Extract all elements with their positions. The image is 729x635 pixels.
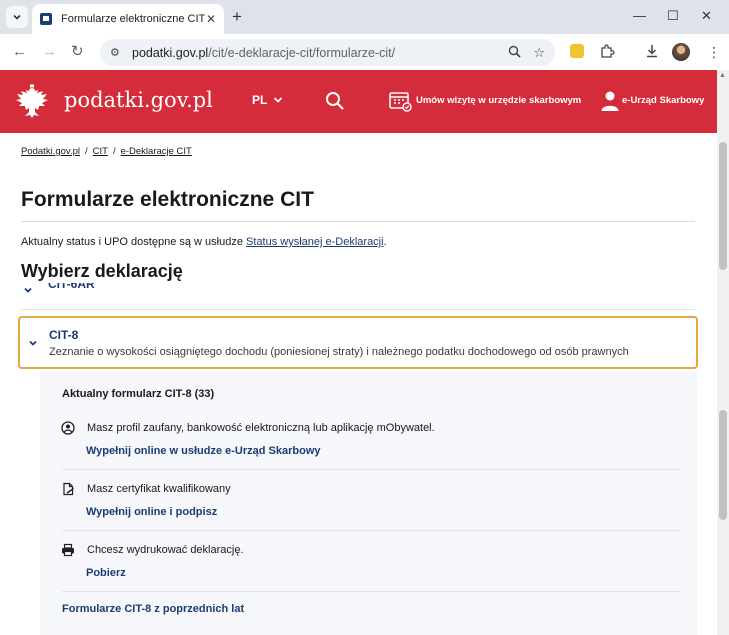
page-title: Formularze elektroniczne CIT: [21, 188, 314, 211]
scrollbar-thumb-secondary[interactable]: [719, 410, 727, 520]
profile-avatar[interactable]: [672, 43, 690, 61]
tab-search-button[interactable]: [6, 6, 28, 28]
chevron-down-icon: [13, 14, 21, 20]
breadcrumb-item-cit[interactable]: CIT: [93, 146, 108, 157]
breadcrumb-separator: /: [112, 146, 116, 157]
minimize-window-icon[interactable]: —: [633, 8, 646, 23]
accordion-item-cit-6ar[interactable]: CIT-6AR: [21, 283, 695, 309]
accordion-description: Zeznanie o wysokości osiągniętego dochod…: [49, 346, 629, 358]
url-text[interactable]: podatki.gov.pl/cit/e-deklaracje-cit/form…: [132, 46, 496, 60]
current-form-heading: Aktualny formularz CIT-8 (33): [62, 388, 215, 400]
address-bar[interactable]: ⚙ podatki.gov.pl/cit/e-deklaracje-cit/fo…: [100, 39, 555, 66]
title-divider: [21, 221, 695, 222]
new-tab-plus-icon[interactable]: +: [232, 8, 242, 25]
breadcrumb-separator: /: [84, 146, 88, 157]
accordion-divider: [21, 309, 695, 310]
forward-arrow-icon[interactable]: →: [42, 43, 57, 61]
page-scrollbar[interactable]: ▲: [717, 70, 729, 635]
fill-online-e-urzad-link[interactable]: Wypełnij online w usłudze e-Urząd Skarbo…: [86, 445, 321, 457]
option-certificate-text: Masz certyfikat kwalifikowany: [87, 483, 231, 495]
back-arrow-icon[interactable]: ←: [12, 43, 27, 61]
maximize-window-icon[interactable]: ☐: [667, 8, 679, 24]
fill-online-sign-link[interactable]: Wypełnij online i podpisz: [86, 506, 217, 518]
search-icon[interactable]: [324, 90, 346, 112]
accordion-title-cit-8[interactable]: CIT-8: [49, 328, 78, 342]
chevron-down-icon: [274, 97, 283, 103]
accordion-header-cit-8[interactable]: CIT-8 Zeznanie o wysokości osiągniętego …: [18, 316, 698, 369]
breadcrumb-item-home[interactable]: Podatki.gov.pl: [21, 146, 80, 157]
option-divider: [62, 591, 680, 592]
status-e-deklaracji-link[interactable]: Status wysłanej e-Deklaracji: [246, 236, 384, 248]
chevron-down-icon: [29, 340, 37, 346]
status-info-text: Aktualny status i UPO dostępne są w usłu…: [21, 236, 387, 248]
site-favicon-icon: [40, 13, 52, 25]
site-info-icon[interactable]: ⚙: [110, 46, 124, 59]
polish-eagle-logo-icon[interactable]: [12, 82, 52, 122]
option-divider: [62, 469, 680, 470]
download-link[interactable]: Pobierz: [86, 567, 126, 579]
document-signature-icon: [63, 482, 74, 496]
option-print-text: Chcesz wydrukować deklarację.: [87, 544, 244, 556]
close-window-icon[interactable]: ✕: [701, 8, 712, 24]
choose-declaration-heading: Wybierz deklarację: [21, 261, 183, 281]
calendar-appointment-icon[interactable]: [388, 89, 412, 113]
site-header: podatki.gov.pl PL Umów wizytę w urzędzie…: [0, 70, 717, 133]
tab-title: Formularze elektroniczne CIT: [61, 13, 206, 25]
breadcrumb-item-e-deklaracje[interactable]: e-Deklaracje CIT: [121, 146, 192, 157]
browser-tab-active[interactable]: Formularze elektroniczne CIT ✕: [32, 4, 224, 34]
page-content: Podatki.gov.pl / CIT / e-Deklaracje CIT Form…: [0, 133, 717, 635]
option-profile-text: Masz profil zaufany, bankowość elektroni…: [87, 422, 435, 434]
scrollbar-thumb[interactable]: [719, 142, 727, 270]
option-divider: [62, 530, 680, 531]
accordion-title-cit-6ar[interactable]: CIT-6AR: [48, 283, 95, 291]
browser-tabstrip: Formularze elektroniczne CIT ✕ + — ☐ ✕: [0, 0, 729, 34]
extensions-puzzle-icon[interactable]: [600, 44, 615, 62]
download-icon[interactable]: [645, 44, 659, 61]
scroll-up-arrow-icon[interactable]: ▲: [719, 72, 726, 79]
e-urzad-login-link[interactable]: e-Urząd Skarbowy: [622, 95, 704, 106]
browser-menu-icon[interactable]: ⋮: [707, 44, 721, 60]
previous-years-forms-link[interactable]: Formularze CIT-8 z poprzednich lat: [62, 603, 244, 615]
reload-icon[interactable]: ↻: [71, 43, 84, 61]
breadcrumb: Podatki.gov.pl / CIT / e-Deklaracje CIT: [21, 146, 192, 157]
accordion-panel-cit-8: Aktualny formularz CIT-8 (33) Masz profi…: [40, 371, 697, 635]
language-selector[interactable]: PL: [252, 93, 283, 107]
tab-close-icon[interactable]: ✕: [206, 12, 216, 26]
extension-icon[interactable]: [570, 44, 584, 58]
zoom-search-icon[interactable]: [508, 45, 521, 61]
user-account-icon[interactable]: [600, 90, 620, 112]
bookmark-star-icon[interactable]: ☆: [533, 45, 545, 61]
user-circle-icon: [61, 421, 75, 435]
site-logo-text[interactable]: podatki.gov.pl: [64, 88, 213, 112]
printer-icon: [62, 543, 74, 557]
book-visit-link[interactable]: Umów wizytę w urzędzie skarbowym: [416, 95, 581, 106]
browser-toolbar: ← → ↻ ⚙ podatki.gov.pl/cit/e-deklaracje-…: [0, 34, 729, 70]
chevron-down-icon: [24, 287, 32, 293]
